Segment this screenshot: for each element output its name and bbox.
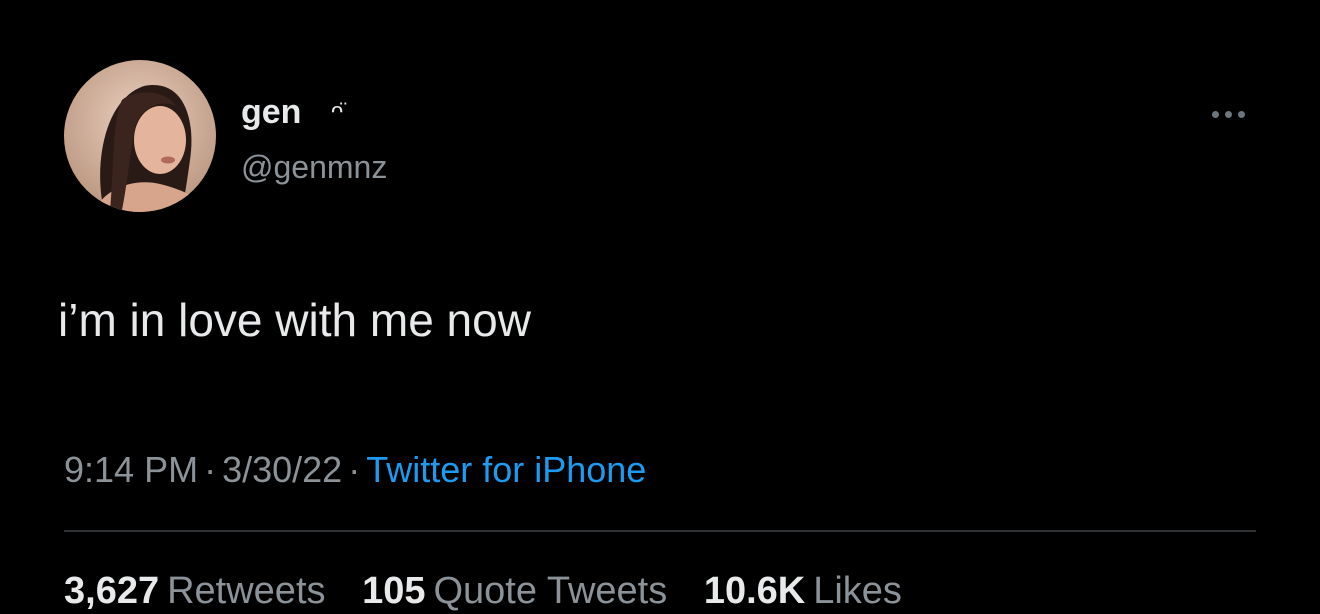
more-options-button[interactable]: [1200, 96, 1256, 132]
author-handle[interactable]: @genmnz: [241, 148, 387, 186]
meta-separator: ·: [204, 449, 217, 490]
tweet-time[interactable]: 9:14 PM: [64, 449, 198, 490]
retweets-stat[interactable]: 3,627 Retweets: [64, 568, 326, 614]
tweet-date[interactable]: 3/30/22: [222, 449, 342, 490]
avatar-photo: [64, 60, 216, 212]
quote-tweets-count: 105: [362, 570, 426, 612]
divider: [64, 530, 1256, 532]
meta-separator: ·: [348, 449, 361, 490]
retweets-count: 3,627: [64, 570, 160, 612]
quote-tweets-stat[interactable]: 105 Quote Tweets: [362, 568, 667, 614]
author-display-name[interactable]: gen: [241, 92, 301, 132]
tweet-meta: 9:14 PM · 3/30/22 · Twitter for iPhone: [64, 448, 646, 492]
tweet-stats: 3,627 Retweets 105 Quote Tweets 10.6K Likes: [64, 568, 928, 614]
retweets-label: Retweets: [167, 570, 326, 612]
more-horizontal-icon-dot: [1237, 110, 1245, 118]
tweet-text: i’m in love with me now: [58, 294, 531, 346]
tweet-card: gen ᴖ̈ @genmnz i’m in love with me now 9…: [0, 0, 1320, 612]
more-horizontal-icon: [1211, 110, 1219, 118]
more-horizontal-icon-dot: [1224, 110, 1232, 118]
quote-tweets-label: Quote Tweets: [433, 570, 668, 612]
author-name-emoji: ᴖ̈: [331, 98, 344, 123]
likes-label: Likes: [813, 570, 902, 612]
tweet-source-link[interactable]: Twitter for iPhone: [366, 449, 646, 490]
likes-stat[interactable]: 10.6K Likes: [704, 568, 902, 614]
likes-count: 10.6K: [703, 570, 806, 612]
avatar[interactable]: [64, 60, 216, 212]
